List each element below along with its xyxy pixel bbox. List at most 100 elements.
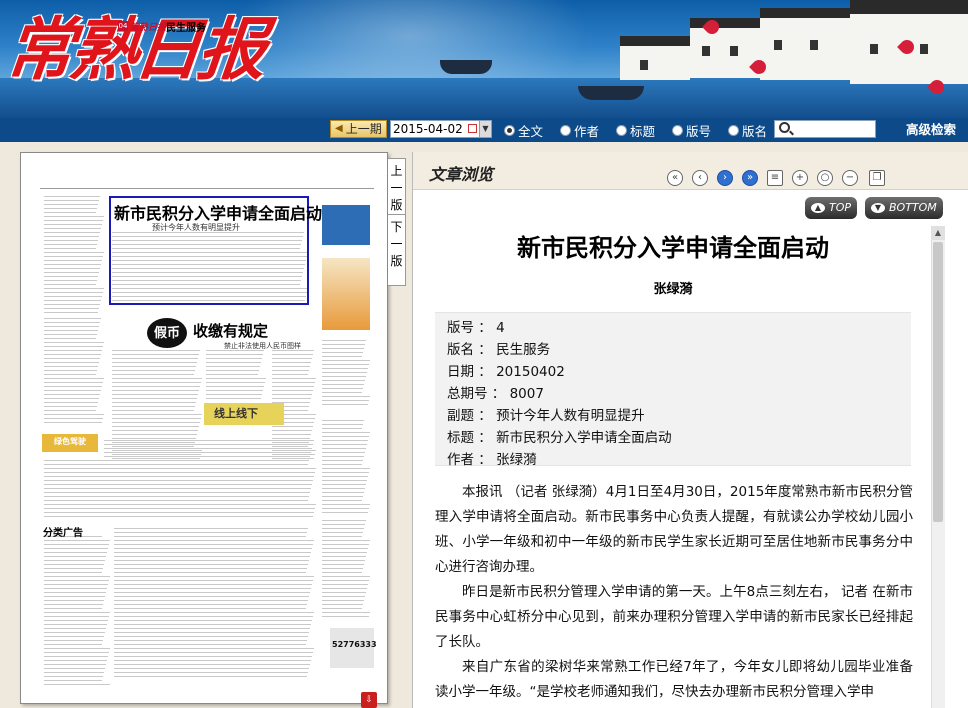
greeked-text-line	[114, 548, 312, 549]
article-paragraph: 本报讯 （记者 张绿漪）4月1日至4月30日，2015年度常熟市新市民积分管理入…	[435, 484, 913, 575]
greeked-text-line	[322, 580, 369, 581]
scroll-up-icon[interactable]: ▲	[931, 226, 945, 240]
greeked-text-line	[44, 280, 97, 281]
greeked-text-line	[44, 414, 104, 415]
bottom-button[interactable]: ▼ BOTTOM	[865, 197, 943, 219]
greeked-text-line	[322, 552, 367, 553]
greeked-text-line	[322, 536, 362, 537]
greeked-text-line	[272, 386, 314, 387]
option-author[interactable]: 作者	[560, 121, 599, 139]
top-button[interactable]: ▲ TOP	[805, 197, 858, 219]
greeked-text-line	[272, 390, 313, 391]
article-panel-header: 文章浏览 « ‹ › » ≡ + ○ − ❐	[413, 152, 968, 190]
bottom-button-label: BOTTOM	[889, 201, 937, 214]
greeked-text-line	[104, 516, 313, 517]
greeked-text-line	[272, 430, 312, 431]
coin-label: 假币	[153, 326, 180, 341]
greeked-text-line	[44, 228, 101, 229]
greeked-text-line	[114, 644, 306, 645]
next-page-tab[interactable]: 下一版	[388, 214, 406, 286]
greeked-text-line	[44, 560, 105, 561]
greeked-text-line	[114, 592, 310, 593]
greeked-text-line	[322, 572, 362, 573]
zoom-out-icon[interactable]: −	[842, 170, 858, 186]
greeked-text-line	[272, 370, 309, 371]
next-article-icon[interactable]: ›	[717, 170, 733, 186]
greeked-text-line	[44, 588, 107, 589]
greeked-text-line	[104, 504, 316, 505]
greeked-text-line	[272, 454, 315, 455]
greeked-text-line	[272, 374, 308, 375]
greeked-text-line	[322, 576, 370, 577]
greeked-text-line	[104, 456, 310, 457]
copy-icon[interactable]: ❐	[869, 170, 885, 186]
article-paragraph: 昨日是新市民积分管理入学申请的第一天。上午8点三刻左右， 记者 在新市民事务中心…	[435, 584, 913, 650]
option-label: 版号	[686, 123, 712, 139]
greeked-text-line	[272, 382, 315, 383]
greeked-text-line	[44, 640, 103, 641]
greeked-text-line	[322, 564, 364, 565]
greeked-text-line	[112, 438, 196, 439]
greeked-text-line	[112, 366, 196, 367]
greeked-text-line	[272, 442, 309, 443]
greeked-text-line	[104, 492, 310, 493]
greeked-text-line	[44, 676, 103, 677]
greeked-text-line	[206, 354, 263, 355]
greeked-text-line	[112, 442, 195, 443]
greeked-text-line	[44, 276, 98, 277]
greeked-text-line	[44, 322, 100, 323]
greeked-text-line	[114, 560, 309, 561]
greeked-text-line	[44, 616, 109, 617]
greeked-text-line	[322, 588, 367, 589]
greeked-text-line	[104, 496, 309, 497]
greeked-text-line	[206, 366, 260, 367]
greeked-text-line	[322, 380, 365, 381]
greeked-text-line	[44, 580, 109, 581]
calendar-icon[interactable]	[468, 124, 477, 133]
last-page-icon[interactable]: »	[742, 170, 758, 186]
date-dropdown-button[interactable]: ▼	[479, 121, 491, 137]
prev-article-icon[interactable]: ‹	[692, 170, 708, 186]
greeked-text-line	[322, 400, 369, 401]
greeked-text-line	[112, 382, 201, 383]
greeked-text-line	[272, 450, 316, 451]
ad-yellow-text: 绿色驾驶	[54, 437, 86, 446]
greeked-text-line	[44, 362, 99, 363]
greeked-text-line	[206, 394, 262, 395]
greeked-text-line	[44, 572, 102, 573]
option-label: 全文	[518, 123, 544, 139]
greeked-text-line	[114, 620, 312, 621]
story2-headline: 收缴有规定	[193, 322, 269, 340]
greeked-text-line	[114, 648, 314, 649]
prev-issue-button[interactable]: ◀ 上一期	[330, 120, 387, 138]
greeked-text-line	[44, 288, 104, 289]
first-page-icon[interactable]: «	[667, 170, 683, 186]
zoom-in-icon[interactable]: +	[792, 170, 808, 186]
page-number-badge: 04	[118, 21, 128, 31]
scrollbar-thumb[interactable]	[933, 242, 943, 522]
greeked-text-line	[112, 354, 199, 355]
greeked-text-line	[114, 604, 307, 605]
option-page-number[interactable]: 版号	[672, 121, 711, 139]
greeked-text-line	[44, 552, 107, 553]
greeked-text-line	[44, 398, 99, 399]
greeked-text-line	[44, 624, 107, 625]
pdf-download-icon[interactable]: ⇩	[361, 692, 377, 708]
option-page-name[interactable]: 版名	[728, 121, 767, 139]
greeked-text-line	[322, 384, 364, 385]
article-list-icon[interactable]: ≡	[767, 170, 783, 186]
option-title[interactable]: 标题	[616, 121, 655, 139]
greeked-text-line	[44, 644, 102, 645]
greeked-text-line	[322, 424, 363, 425]
top-button-label: TOP	[829, 201, 852, 214]
greeked-text-line	[322, 368, 368, 369]
greeked-text-line	[322, 520, 366, 521]
greeked-text-line	[322, 604, 363, 605]
zoom-reset-icon[interactable]: ○	[817, 170, 833, 186]
greeked-text-line	[322, 488, 365, 489]
option-fulltext[interactable]: 全文	[504, 121, 543, 139]
greeked-text-line	[44, 382, 103, 383]
greeked-text-line	[112, 350, 200, 351]
greeked-text-line	[322, 544, 369, 545]
advanced-search-link[interactable]: 高级检索	[906, 121, 956, 139]
